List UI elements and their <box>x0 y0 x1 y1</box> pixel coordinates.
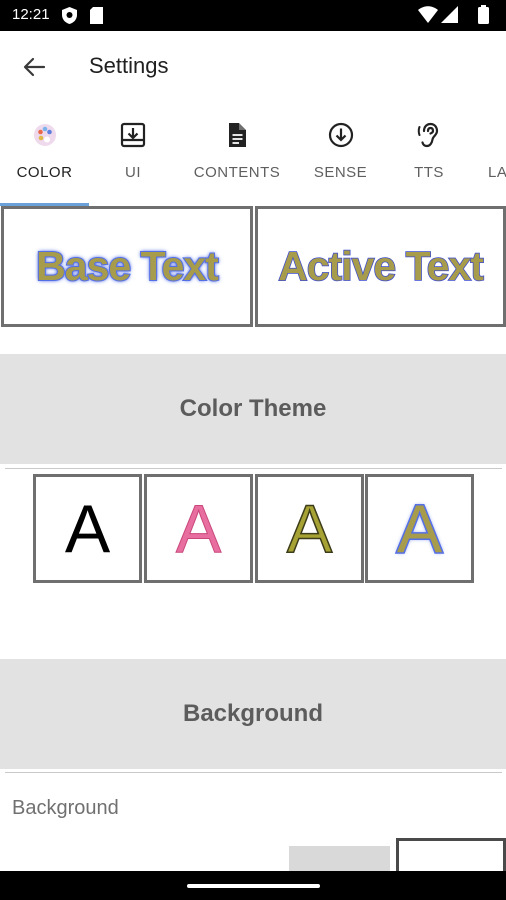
arrow-down-circle-icon <box>327 121 355 149</box>
color-theme-header: Color Theme <box>0 354 506 464</box>
home-gesture-handle[interactable] <box>187 884 320 888</box>
tab-la-label: LA <box>488 164 506 181</box>
download-box-icon <box>119 121 147 149</box>
theme-swatch-black[interactable]: A <box>33 474 142 583</box>
color-theme-title: Color Theme <box>179 395 327 422</box>
tab-color[interactable]: COLOR <box>0 101 89 207</box>
signal-icon <box>441 6 458 28</box>
background-header: Background <box>0 659 506 769</box>
divider <box>5 772 502 773</box>
background-label: Background <box>12 797 119 819</box>
active-text-preview[interactable]: Active Text <box>255 206 506 327</box>
swatch-letter: A <box>286 490 333 567</box>
tab-bar: COLOR UI CONTENTS SENSE TTS LA <box>0 101 506 207</box>
tab-color-label: COLOR <box>16 164 73 181</box>
tab-ui-label: UI <box>125 164 141 181</box>
palette-icon <box>31 121 59 149</box>
status-time: 12:21 <box>12 6 50 23</box>
swatch-letter: A <box>175 490 222 567</box>
tab-la[interactable]: LA <box>474 101 506 207</box>
sd-card-icon <box>90 7 103 29</box>
battery-icon <box>478 5 489 29</box>
divider <box>5 468 502 469</box>
ear-icon <box>415 121 443 149</box>
base-text-sample: Base Text <box>35 242 220 290</box>
tab-sense-label: SENSE <box>313 164 368 181</box>
tab-ui[interactable]: UI <box>89 101 177 207</box>
page-title: Settings <box>89 53 169 78</box>
theme-swatch-pink[interactable]: A <box>144 474 253 583</box>
tab-contents[interactable]: CONTENTS <box>177 101 297 207</box>
tab-tts[interactable]: TTS <box>384 101 474 207</box>
background-title: Background <box>182 700 323 727</box>
swatch-letter: A <box>64 490 111 567</box>
theme-swatch-olive[interactable]: A <box>255 474 364 583</box>
status-bar: 12:21 <box>0 0 506 31</box>
document-icon <box>223 121 251 149</box>
tab-contents-label: CONTENTS <box>193 164 281 181</box>
arrow-left-icon <box>23 57 46 77</box>
tab-tts-label: TTS <box>414 164 444 181</box>
base-text-preview[interactable]: Base Text <box>1 206 253 327</box>
theme-swatch-gold-blue[interactable]: A <box>365 474 474 583</box>
shield-icon <box>62 7 77 29</box>
app-bar: Settings <box>0 31 506 101</box>
active-text-sample: Active Text <box>277 242 484 290</box>
swatch-letter: A <box>395 490 443 567</box>
wifi-icon <box>418 6 438 28</box>
back-button[interactable] <box>18 51 50 83</box>
tab-sense[interactable]: SENSE <box>297 101 384 207</box>
navigation-bar <box>0 871 506 900</box>
